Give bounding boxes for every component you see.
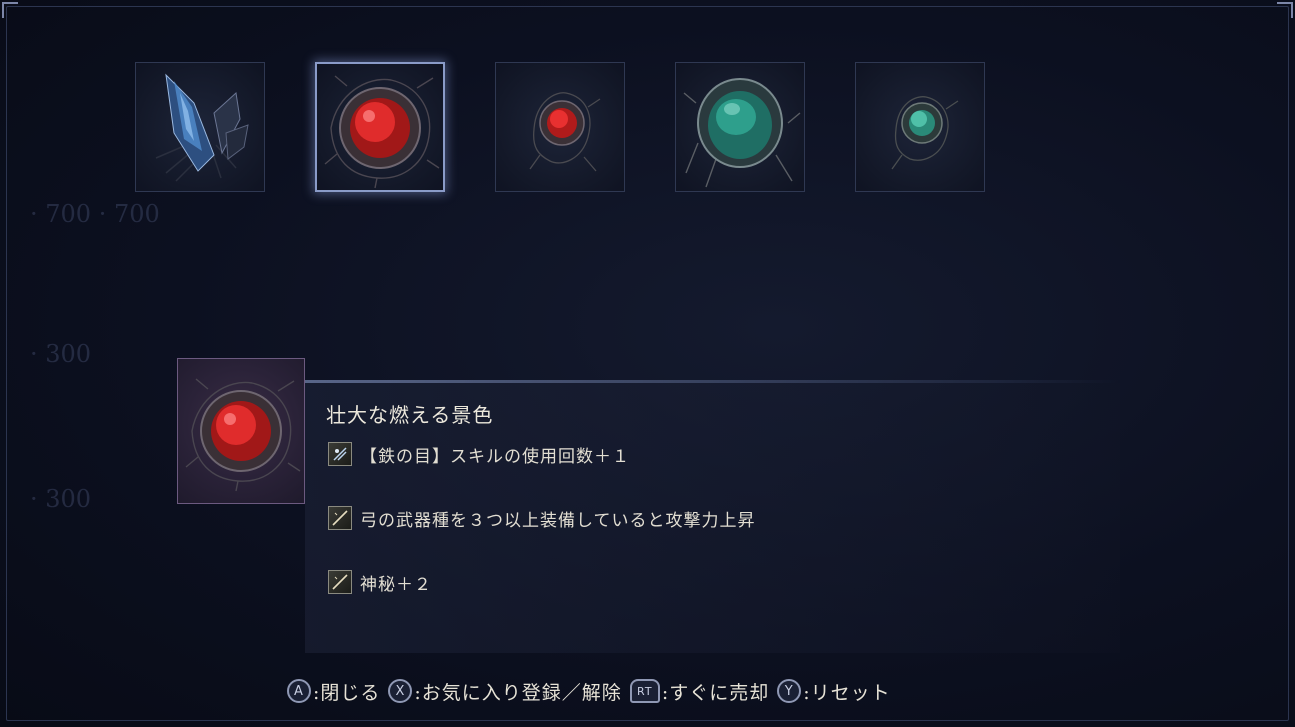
effect-row: 弓の武器種を３つ以上装備していると攻撃力上昇 bbox=[328, 505, 756, 531]
a-button-icon[interactable]: A bbox=[287, 679, 311, 703]
background-ghost-text: · 300 bbox=[30, 340, 92, 368]
relic-title: 壮大な燃える景色 bbox=[326, 403, 494, 427]
skill-effect-icon bbox=[328, 442, 352, 466]
effect-row: 神秘＋２ bbox=[328, 569, 432, 595]
effect-text: 神秘＋２ bbox=[360, 574, 432, 595]
relic-slot-small-green[interactable] bbox=[855, 62, 985, 192]
favorite-action-label: :お気に入り登録／解除 bbox=[414, 681, 622, 704]
detail-header-line bbox=[305, 380, 1120, 383]
background-ghost-text: · 300 bbox=[30, 485, 92, 513]
reset-action-label: :リセット bbox=[803, 681, 891, 704]
close-action-label: :閉じる bbox=[313, 681, 381, 704]
rt-button-icon[interactable]: RT bbox=[629, 679, 660, 703]
frame-corner bbox=[1277, 2, 1293, 18]
frame-corner bbox=[2, 2, 18, 18]
large-red-relic-icon bbox=[185, 378, 301, 492]
weapon-effect-icon bbox=[328, 506, 352, 530]
large-red-relic-icon bbox=[324, 75, 440, 189]
controls-bar: A :閉じる X :お気に入り登録／解除 RT :すぐに売却 Y :リセット bbox=[287, 676, 899, 706]
detail-relic-thumbnail bbox=[177, 358, 305, 504]
small-green-relic-icon bbox=[891, 96, 959, 170]
relic-slot-blue-crystal[interactable] bbox=[135, 62, 265, 192]
y-button-icon[interactable]: Y bbox=[777, 679, 802, 703]
relic-slot-large-green[interactable] bbox=[675, 62, 805, 192]
x-button-icon[interactable]: X bbox=[388, 679, 413, 703]
effect-text: 弓の武器種を３つ以上装備していると攻撃力上昇 bbox=[360, 510, 756, 531]
effect-text: 【鉄の目】スキルの使用回数＋１ bbox=[360, 446, 630, 467]
blue-crystal-icon bbox=[155, 73, 249, 182]
weapon-effect-icon bbox=[328, 570, 352, 594]
effect-row: 【鉄の目】スキルの使用回数＋１ bbox=[328, 441, 630, 467]
background-ghost-text: · 700 · 700 bbox=[30, 200, 160, 228]
large-green-relic-icon bbox=[683, 78, 801, 188]
relic-slot-small-red[interactable] bbox=[495, 62, 625, 192]
small-red-relic-icon bbox=[529, 92, 601, 172]
relic-slot-large-red[interactable] bbox=[315, 62, 445, 192]
sell-action-label: :すぐに売却 bbox=[661, 681, 770, 704]
